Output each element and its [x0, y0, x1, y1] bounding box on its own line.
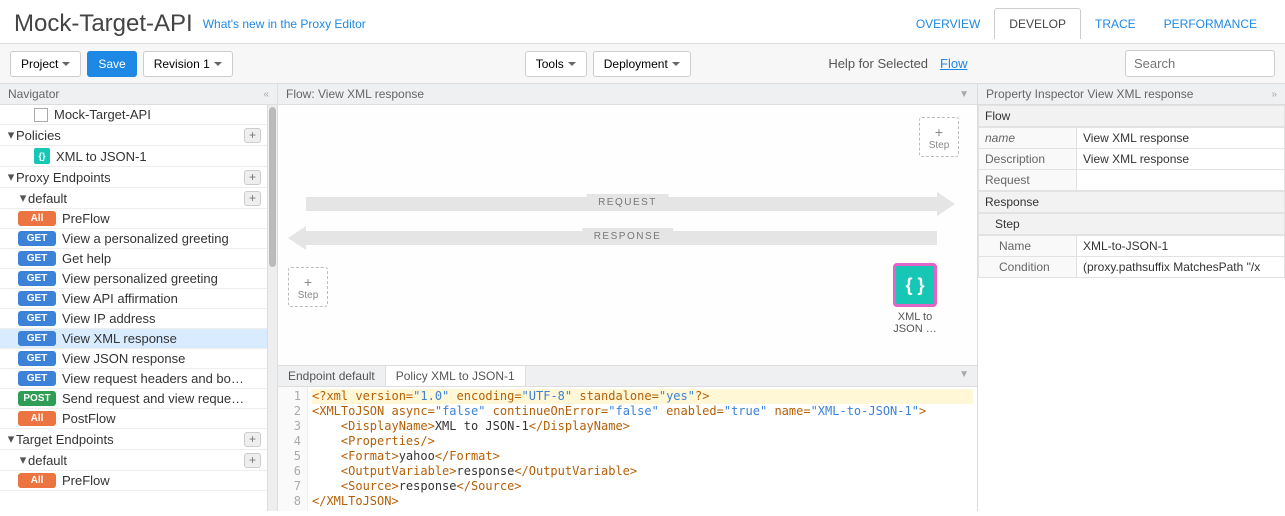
nav-section-target[interactable]: ▾Target Endpoints+: [0, 429, 267, 450]
nav-flow-item[interactable]: POSTSend request and view reque…: [0, 389, 267, 409]
flow-link[interactable]: Flow: [940, 56, 967, 71]
policy-node-label: XML to JSON …: [885, 311, 945, 335]
revision-button[interactable]: Revision 1: [143, 51, 233, 77]
deployment-button[interactable]: Deployment: [593, 51, 691, 77]
nav-root[interactable]: Mock-Target-API: [0, 105, 267, 125]
scrollbar[interactable]: [267, 105, 277, 511]
nav-flow-item[interactable]: GETView API affirmation: [0, 289, 267, 309]
prop-key: Name: [979, 236, 1077, 257]
whats-new-link[interactable]: What's new in the Proxy Editor: [203, 17, 366, 31]
prop-value[interactable]: View XML response: [1077, 128, 1285, 149]
method-badge: All: [18, 473, 56, 488]
tab-performance[interactable]: PERFORMANCE: [1150, 9, 1271, 39]
prop-section-step: Step: [978, 213, 1285, 235]
help-label: Help for Selected: [828, 56, 928, 71]
tools-button[interactable]: Tools: [525, 51, 587, 77]
nav-target-default[interactable]: ▾default+: [0, 450, 267, 471]
prop-value[interactable]: (proxy.pathsuffix MatchesPath "/x: [1077, 257, 1285, 278]
nav-policy-item[interactable]: {}XML to JSON-1: [0, 146, 267, 167]
property-inspector-title: Property Inspector View XML response: [986, 87, 1193, 101]
caret-icon: [214, 62, 222, 66]
method-badge: GET: [18, 371, 56, 386]
prop-value[interactable]: View XML response: [1077, 149, 1285, 170]
nav-default[interactable]: ▾default+: [0, 188, 267, 209]
nav-section-proxy[interactable]: ▾Proxy Endpoints+: [0, 167, 267, 188]
collapse-icon[interactable]: »: [1271, 89, 1277, 100]
add-step-response[interactable]: +Step: [288, 267, 328, 307]
prop-section-response: Response: [978, 191, 1285, 213]
nav-flow-item[interactable]: GETView personalized greeting: [0, 269, 267, 289]
project-button[interactable]: Project: [10, 51, 81, 77]
method-badge: GET: [18, 291, 56, 306]
method-badge: GET: [18, 331, 56, 346]
nav-flow-item[interactable]: AllPreFlow: [0, 209, 267, 229]
prop-key: Description: [979, 149, 1077, 170]
code-tab-endpoint[interactable]: Endpoint default: [278, 366, 386, 386]
nav-flow-item[interactable]: GETView JSON response: [0, 349, 267, 369]
prop-value[interactable]: XML-to-JSON-1: [1077, 236, 1285, 257]
nav-flow-item[interactable]: GETView IP address: [0, 309, 267, 329]
request-lane-label: REQUEST: [586, 194, 669, 211]
method-badge: All: [18, 211, 56, 226]
nav-flow-item[interactable]: AllPreFlow: [0, 471, 267, 491]
nav-flow-item[interactable]: GETView request headers and bo…: [0, 369, 267, 389]
collapse-icon[interactable]: ▼: [959, 89, 969, 100]
tab-develop[interactable]: DEVELOP: [994, 8, 1081, 39]
code-editor[interactable]: 12345678 <?xml version="1.0" encoding="U…: [278, 387, 977, 511]
nav-section-policies[interactable]: ▾Policies+: [0, 125, 267, 146]
page-title: Mock-Target-API: [14, 10, 193, 38]
prop-key: Condition: [979, 257, 1077, 278]
add-icon[interactable]: +: [244, 170, 261, 185]
method-badge: POST: [18, 391, 56, 406]
nav-flow-item[interactable]: GETView a personalized greeting: [0, 229, 267, 249]
method-badge: GET: [18, 351, 56, 366]
method-badge: GET: [18, 311, 56, 326]
navigator-title: Navigator: [8, 87, 59, 101]
prop-key: Request: [979, 170, 1077, 191]
caret-icon: [672, 62, 680, 66]
add-icon[interactable]: +: [244, 191, 261, 206]
response-lane-label: RESPONSE: [582, 228, 674, 245]
prop-value[interactable]: [1077, 170, 1285, 191]
nav-flow-item[interactable]: GETView XML response: [0, 329, 267, 349]
method-badge: GET: [18, 271, 56, 286]
collapse-icon[interactable]: ▼: [951, 366, 977, 386]
method-badge: GET: [18, 231, 56, 246]
json-icon: {}: [34, 148, 50, 164]
search-input[interactable]: [1125, 50, 1275, 77]
prop-section-flow: Flow: [978, 105, 1285, 127]
method-badge: All: [18, 411, 56, 426]
nav-flow-item[interactable]: GETGet help: [0, 249, 267, 269]
save-button[interactable]: Save: [87, 51, 136, 77]
add-step-request[interactable]: +Step: [919, 117, 959, 157]
add-icon[interactable]: +: [244, 453, 261, 468]
add-icon[interactable]: +: [244, 128, 261, 143]
prop-key: name: [979, 128, 1077, 149]
tab-overview[interactable]: OVERVIEW: [902, 9, 994, 39]
collapse-icon[interactable]: «: [263, 89, 269, 100]
caret-icon: [568, 62, 576, 66]
tab-trace[interactable]: TRACE: [1081, 9, 1150, 39]
caret-icon: [62, 62, 70, 66]
flow-title: Flow: View XML response: [286, 87, 424, 101]
page-icon: [34, 108, 48, 122]
add-icon[interactable]: +: [244, 432, 261, 447]
policy-node-xml-to-json[interactable]: { }: [893, 263, 937, 307]
code-tab-policy[interactable]: Policy XML to JSON-1: [386, 366, 526, 386]
method-badge: GET: [18, 251, 56, 266]
nav-flow-item[interactable]: AllPostFlow: [0, 409, 267, 429]
